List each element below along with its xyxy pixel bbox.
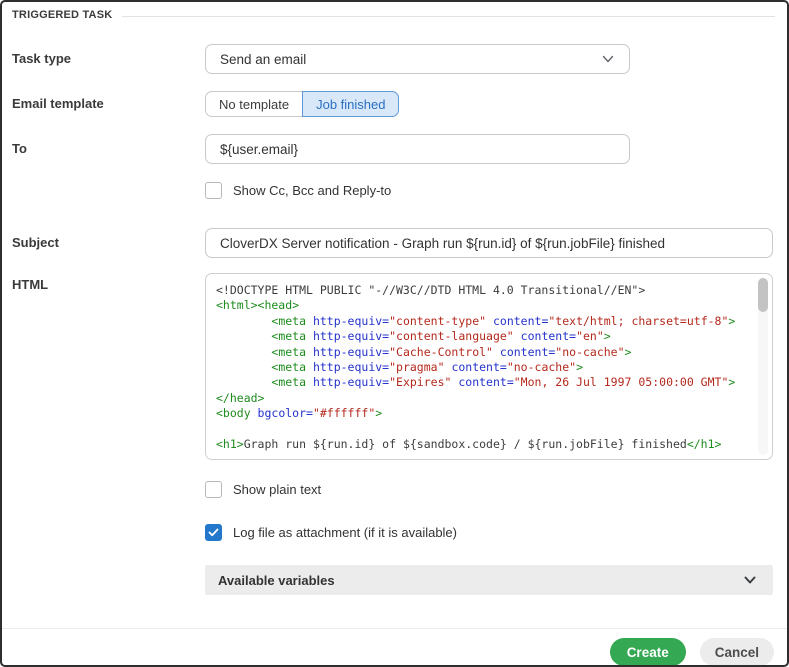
available-variables-row: Available variables [2,565,787,595]
html-code-editor[interactable]: <!DOCTYPE HTML PUBLIC "-//W3C//DTD HTML … [205,273,773,460]
log-attachment-checkbox[interactable] [205,524,222,541]
subject-input[interactable]: CloverDX Server notification - Graph run… [205,228,773,258]
to-value: ${user.email} [220,141,299,157]
html-label: HTML [12,277,49,292]
checkmark-icon [208,528,219,537]
show-cc-row: Show Cc, Bcc and Reply-to [2,182,787,199]
create-button[interactable]: Create [609,638,686,665]
email-template-segmented: No template Job finished [205,91,787,117]
editor-scrollbar-thumb[interactable] [758,278,768,312]
panel-header: TRIGGERED TASK [2,2,787,22]
available-variables-label: Available variables [218,572,335,588]
email-template-option-job-finished[interactable]: Job finished [302,91,400,117]
subject-value: CloverDX Server notification - Graph run… [220,235,665,251]
email-template-option-no-template[interactable]: No template [205,91,303,117]
task-type-value: Send an email [220,51,307,67]
to-row: To ${user.email} [2,134,787,164]
show-plain-label: Show plain text [233,482,322,497]
html-code: <!DOCTYPE HTML PUBLIC "-//W3C//DTD HTML … [216,283,736,452]
log-attachment-checkbox-row[interactable]: Log file as attachment (if it is availab… [205,524,787,541]
show-cc-checkbox[interactable] [205,182,222,199]
subject-label: Subject [12,235,59,250]
task-type-select[interactable]: Send an email [205,44,630,74]
footer: Create Cancel [2,629,787,665]
task-type-row: Task type Send an email [2,44,787,74]
log-attachment-label: Log file as attachment (if it is availab… [233,525,457,540]
email-template-label: Email template [12,96,104,111]
subject-row: Subject CloverDX Server notification - G… [2,228,787,258]
chevron-down-icon [744,576,756,584]
available-variables-toggle[interactable]: Available variables [205,565,773,595]
header-divider [122,15,775,17]
task-type-label: Task type [12,51,72,66]
triggered-task-panel: TRIGGERED TASK Task type Send an email E… [0,0,789,667]
editor-scrollbar-track[interactable] [758,278,768,455]
show-plain-row: Show plain text [2,481,787,498]
cancel-button[interactable]: Cancel [699,638,774,665]
log-attachment-row: Log file as attachment (if it is availab… [2,524,787,541]
html-row: HTML <!DOCTYPE HTML PUBLIC "-//W3C//DTD … [2,273,787,460]
chevron-down-icon [602,55,614,63]
to-label: To [12,141,27,156]
show-cc-label: Show Cc, Bcc and Reply-to [233,183,392,198]
show-cc-checkbox-row[interactable]: Show Cc, Bcc and Reply-to [205,182,787,199]
panel-title: TRIGGERED TASK [12,9,113,21]
to-input[interactable]: ${user.email} [205,134,630,164]
show-plain-checkbox[interactable] [205,481,222,498]
show-plain-checkbox-row[interactable]: Show plain text [205,481,787,498]
email-template-row: Email template No template Job finished [2,91,787,117]
